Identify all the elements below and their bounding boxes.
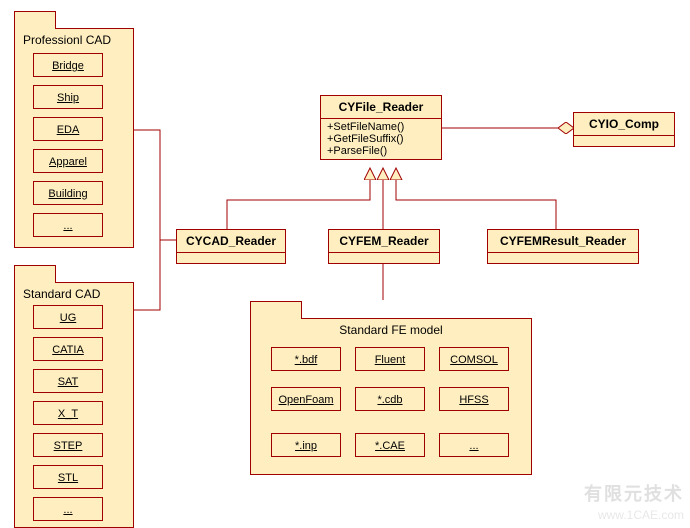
class-title: CYIO_Comp xyxy=(574,113,674,135)
class-title: CYFEM_Reader xyxy=(329,230,439,252)
package-title: Standard FE model xyxy=(339,323,442,337)
item-openfoam: OpenFoam xyxy=(271,387,341,411)
item-catia: CATIA xyxy=(33,337,103,361)
item-bdf: *.bdf xyxy=(271,347,341,371)
class-title: CYCAD_Reader xyxy=(177,230,285,252)
package-title: Professionl CAD xyxy=(23,33,111,47)
op-getfilesuffix: +GetFileSuffix() xyxy=(327,133,435,145)
package-standard-cad: Standard CAD UG CATIA SAT X_T STEP STL .… xyxy=(14,282,134,528)
class-title: CYFile_Reader xyxy=(321,96,441,118)
item-inp: *.inp xyxy=(271,433,341,457)
item-ug: UG xyxy=(33,305,103,329)
class-empty xyxy=(329,252,439,263)
class-empty xyxy=(488,252,638,263)
op-parsefile: +ParseFile() xyxy=(327,145,435,157)
class-cyfemresult-reader: CYFEMResult_Reader xyxy=(487,229,639,264)
class-empty xyxy=(574,135,674,146)
item-xt: X_T xyxy=(33,401,103,425)
class-operations: +SetFileName() +GetFileSuffix() +ParseFi… xyxy=(321,118,441,159)
class-cyfile-reader: CYFile_Reader +SetFileName() +GetFileSuf… xyxy=(320,95,442,160)
package-tab xyxy=(250,301,302,319)
item-more: ... xyxy=(33,213,103,237)
watermark-text: 有限元技术 xyxy=(584,480,684,506)
item-bridge: Bridge xyxy=(33,53,103,77)
class-cyio-comp: CYIO_Comp xyxy=(573,112,675,147)
item-building: Building xyxy=(33,181,103,205)
item-stl: STL xyxy=(33,465,103,489)
class-cyfem-reader: CYFEM_Reader xyxy=(328,229,440,264)
package-title: Standard CAD xyxy=(23,287,100,301)
item-apparel: Apparel xyxy=(33,149,103,173)
watermark-url: www.1CAE.com xyxy=(598,508,684,522)
item-sat: SAT xyxy=(33,369,103,393)
class-cycad-reader: CYCAD_Reader xyxy=(176,229,286,264)
package-professional-cad: Professionl CAD Bridge Ship EDA Apparel … xyxy=(14,28,134,248)
item-more: ... xyxy=(439,433,509,457)
item-ship: Ship xyxy=(33,85,103,109)
item-hfss: HFSS xyxy=(439,387,509,411)
item-cdb: *.cdb xyxy=(355,387,425,411)
item-comsol: COMSOL xyxy=(439,347,509,371)
item-cae: *.CAE xyxy=(355,433,425,457)
item-fluent: Fluent xyxy=(355,347,425,371)
op-setfilename: +SetFileName() xyxy=(327,121,435,133)
class-title: CYFEMResult_Reader xyxy=(488,230,638,252)
package-standard-fe: Standard FE model *.bdf Fluent COMSOL Op… xyxy=(250,318,532,475)
class-empty xyxy=(177,252,285,263)
item-step: STEP xyxy=(33,433,103,457)
item-more: ... xyxy=(33,497,103,521)
package-tab xyxy=(14,11,56,29)
package-tab xyxy=(14,265,56,283)
item-eda: EDA xyxy=(33,117,103,141)
